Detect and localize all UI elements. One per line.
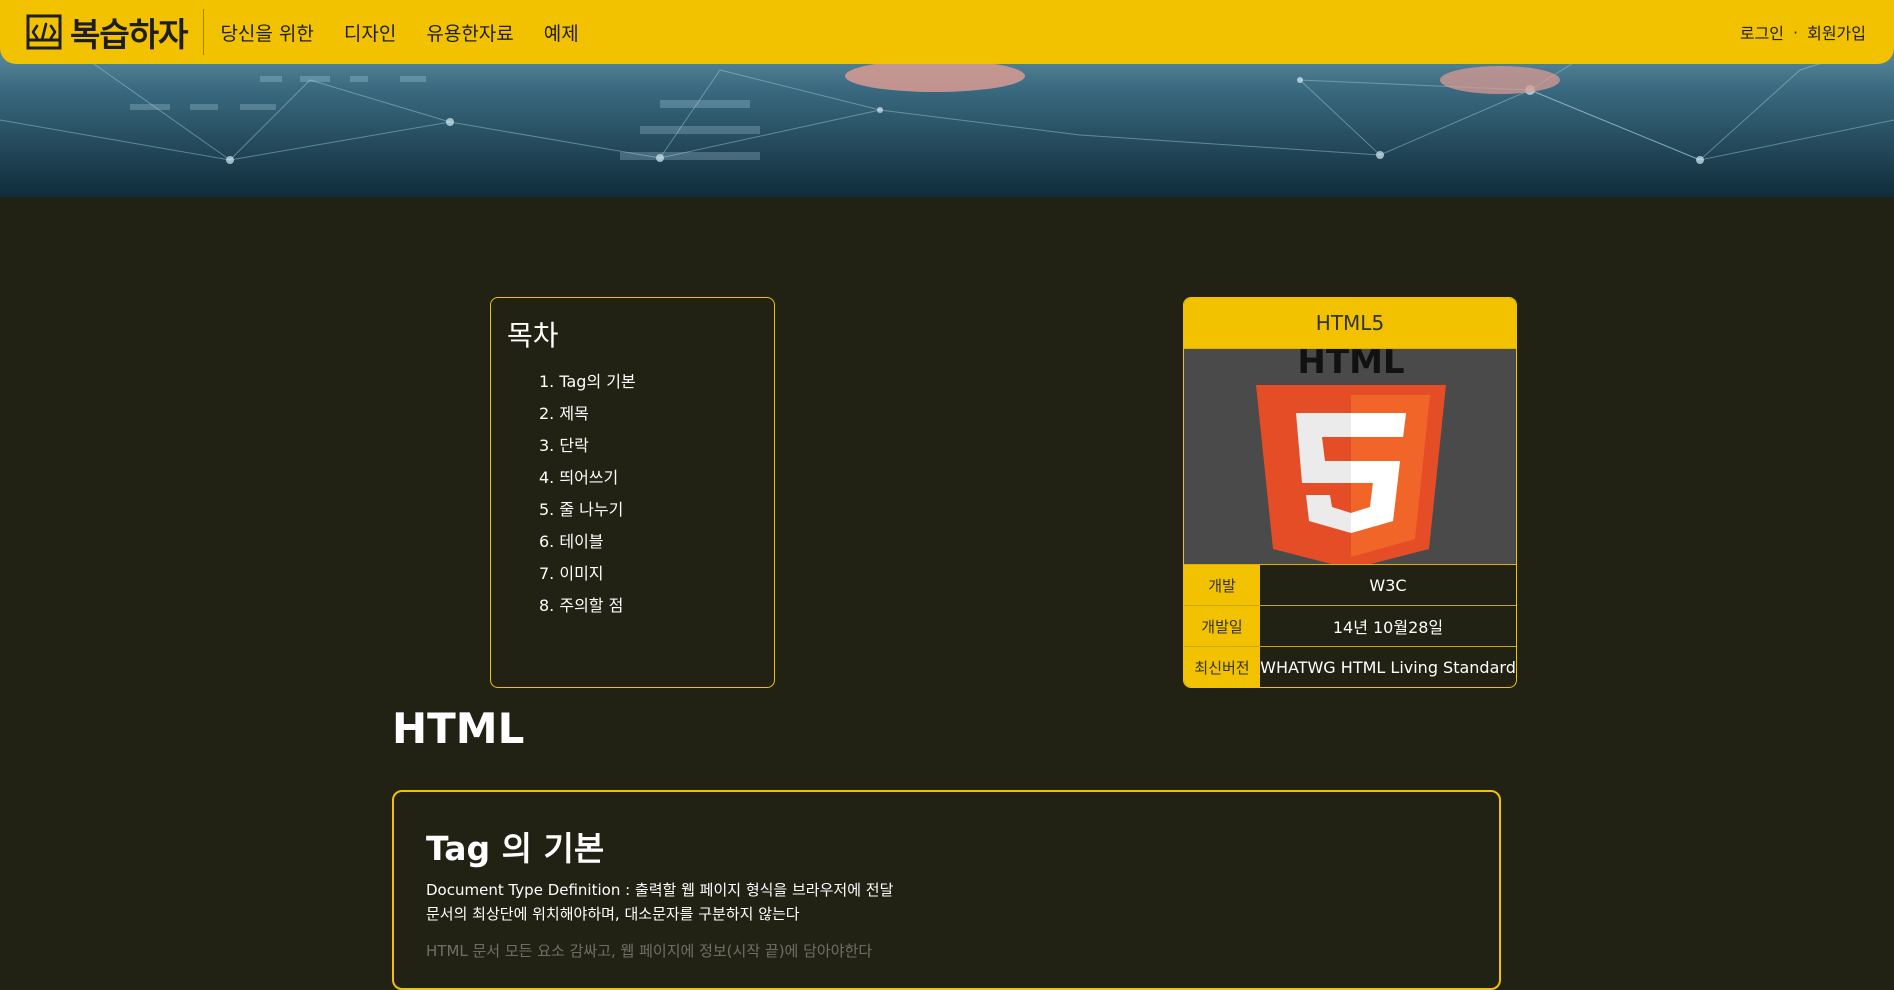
toc-item-line-breaks[interactable]: 5. 줄 나누기 — [539, 494, 758, 526]
table-of-contents: 목차 1. Tag의 기본 2. 제목 3. 단락 4. 띄어쓰기 5. 줄 나… — [490, 297, 775, 688]
section-line-faded: HTML 문서 모든 요소 감싸고, 웹 페이지에 정보(시작 끝)에 담아야한… — [426, 942, 873, 960]
infobox-key: 최신버전 — [1184, 647, 1260, 687]
site-logo[interactable]: 복습하자 — [0, 9, 205, 55]
nav-link-resources[interactable]: 유용한자료 — [426, 19, 513, 46]
signup-link[interactable]: 회원가입 — [1807, 20, 1866, 44]
page-title: HTML — [392, 704, 525, 753]
toc-title: 목차 — [507, 319, 559, 352]
nav-link-design[interactable]: 디자인 — [344, 19, 396, 46]
html5-shield-icon: HTML — [1256, 349, 1446, 564]
html5-logo-wordmark: HTML — [1297, 349, 1404, 382]
html5-logo: HTML — [1184, 348, 1516, 565]
code-bracket-icon — [26, 14, 62, 50]
top-navbar: 복습하자 당신을 위한 디자인 유용한자료 예제 로그인 · 회원가입 — [0, 0, 1894, 64]
logo-text: 복습하자 — [70, 15, 188, 54]
infobox-key: 개발 — [1184, 565, 1260, 605]
toc-item-images[interactable]: 7. 이미지 — [539, 558, 758, 590]
toc-item-tables[interactable]: 6. 테이블 — [539, 526, 758, 558]
toc-item-cautions[interactable]: 8. 주의할 점 — [539, 590, 758, 622]
html5-infobox: HTML5 HTML 개발 W3C 개발일 14년 10월28일 최신버전 WH… — [1183, 297, 1517, 688]
nav-link-for-you[interactable]: 당신을 위한 — [220, 19, 313, 46]
infobox-value: WHATWG HTML Living Standard — [1260, 658, 1516, 677]
infobox-value: W3C — [1369, 575, 1407, 595]
toc-item-headings[interactable]: 2. 제목 — [539, 398, 758, 430]
section-body: Document Type Definition : 출력할 웹 페이지 형식을… — [426, 878, 1467, 926]
toc-item-tag-basics[interactable]: 1. Tag의 기본 — [539, 366, 758, 398]
account-links: 로그인 · 회원가입 — [1740, 20, 1866, 44]
infobox-row-developer: 개발 W3C — [1184, 565, 1516, 606]
nav-links: 당신을 위한 디자인 유용한자료 예제 — [220, 19, 608, 46]
section-line: 문서의 최상단에 위치해야하며, 대소문자를 구분하지 않는다 — [426, 905, 800, 923]
infobox-title: HTML5 — [1184, 298, 1516, 348]
section-tag-basics: Tag 의 기본 Document Type Definition : 출력할 … — [392, 790, 1501, 990]
toc-item-spacing[interactable]: 4. 띄어쓰기 — [539, 462, 758, 494]
section-line: Document Type Definition : 출력할 웹 페이지 형식을… — [426, 881, 894, 899]
infobox-row-latest-version: 최신버전 WHATWG HTML Living Standard — [1184, 647, 1516, 687]
account-separator: · — [1793, 22, 1799, 42]
infobox-value: 14년 10월28일 — [1332, 618, 1444, 637]
toc-list: 1. Tag의 기본 2. 제목 3. 단락 4. 띄어쓰기 5. 줄 나누기 … — [507, 366, 758, 622]
login-link[interactable]: 로그인 — [1740, 20, 1784, 44]
toc-item-paragraphs[interactable]: 3. 단락 — [539, 430, 758, 462]
infobox-row-date: 개발일 14년 10월28일 — [1184, 606, 1516, 647]
section-title: Tag 의 기본 — [426, 829, 605, 868]
nav-link-examples[interactable]: 예제 — [544, 19, 579, 46]
infobox-key: 개발일 — [1184, 606, 1260, 646]
